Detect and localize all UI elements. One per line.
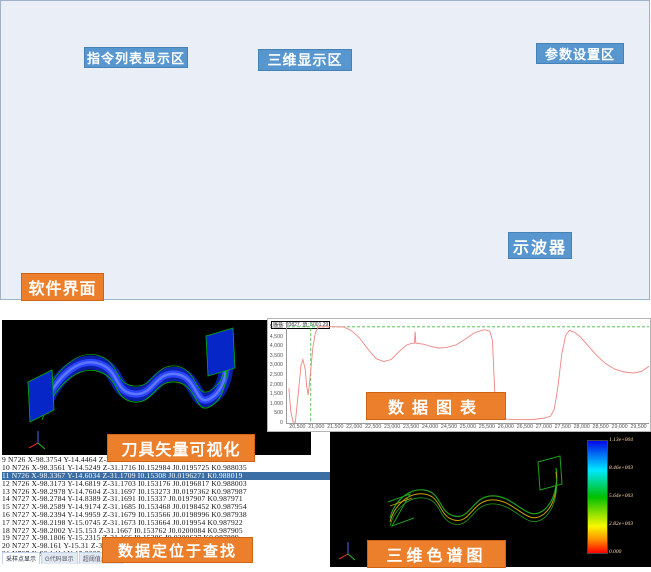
- tab-0[interactable]: 采样点显示: [2, 552, 40, 564]
- x-tick-label: 27,500: [555, 424, 571, 430]
- colorbar-tick-label: 2.82e+003: [609, 521, 633, 527]
- colorbar-tick-label: 8.46e+003: [609, 465, 633, 471]
- colorbar-tick-label: 5.64e+003: [609, 493, 633, 499]
- y-tick-label: 500: [274, 410, 283, 416]
- x-tick-label: 29,000: [611, 424, 627, 430]
- y-tick-label: 1,000: [270, 401, 283, 407]
- y-tick-label: 4,000: [270, 343, 283, 349]
- axis-triad-icon: [338, 540, 358, 562]
- x-tick-label: 29,500: [630, 424, 646, 430]
- colorbar-tick-label: 0.000: [609, 549, 621, 555]
- x-tick-label: 27,000: [536, 424, 552, 430]
- tool-vector-viewport[interactable]: [2, 320, 311, 455]
- sample-list-tabs: 采样点显示G代码显示超阈值点显示: [2, 553, 123, 564]
- x-tick-label: 21,000: [308, 424, 324, 430]
- data-chart-plot[interactable]: [286, 323, 649, 424]
- y-tick-label: 2,000: [270, 382, 283, 388]
- x-tick-label: 24,000: [422, 424, 438, 430]
- x-tick-label: 26,000: [498, 424, 514, 430]
- x-tick-label: 22,500: [365, 424, 381, 430]
- x-tick-label: 25,000: [460, 424, 476, 430]
- y-tick-label: 0: [280, 420, 283, 426]
- y-tick-label: 4,500: [270, 334, 283, 340]
- x-tick-label: 24,500: [441, 424, 457, 430]
- y-tick-label: 3,000: [270, 362, 283, 368]
- x-tick-label: 23,500: [403, 424, 419, 430]
- x-tick-label: 28,500: [592, 424, 608, 430]
- color-scale-bar: [587, 440, 608, 554]
- tool-vector-ribbon: [2, 320, 311, 455]
- x-tick-label: 25,500: [479, 424, 495, 430]
- x-tick-label: 23,000: [384, 424, 400, 430]
- app-window: [0, 0, 650, 300]
- data-chart-y-axis: 0 500 1,000 1,500 2,000 2,500 3,000 3,500 4,000 4…: [268, 323, 284, 423]
- x-tick-label: 21,500: [327, 424, 343, 430]
- color-scale-labels: 1.13e+004 8.46e+003 5.64e+003 2.82e+003 0.00…: [609, 440, 651, 552]
- tab-2[interactable]: 超阈值点显示: [79, 552, 123, 564]
- screenshot-root: F5000 WU125.dat 欢迎使用—iSCOPE 3.0 文件(F)视图(…: [0, 0, 651, 572]
- x-tick-label: 26,500: [517, 424, 533, 430]
- y-tick-label: 3,500: [270, 353, 283, 359]
- y-tick-label: 2,500: [270, 372, 283, 378]
- y-tick-label: 1,500: [270, 391, 283, 397]
- x-tick-label: 20,500: [289, 424, 305, 430]
- x-tick-label: 28,000: [574, 424, 590, 430]
- colorbar-tick-label: 1.13e+004: [609, 437, 633, 443]
- data-chart-panel: 序号: 20827, 值: 5001.29 05001,0001,5002,00…: [267, 318, 651, 432]
- x-tick-label: 22,000: [346, 424, 362, 430]
- tab-1[interactable]: G代码显示: [41, 552, 78, 564]
- spectrum-viewport[interactable]: 1.13e+004 8.46e+003 5.64e+003 2.82e+003 0.00…: [330, 432, 651, 567]
- y-tick-label: 5,000: [270, 324, 283, 330]
- axis-triad-icon: [28, 429, 48, 451]
- data-chart-x-axis: 20,50021,00021,50022,00022,50023,00023,5…: [286, 424, 648, 432]
